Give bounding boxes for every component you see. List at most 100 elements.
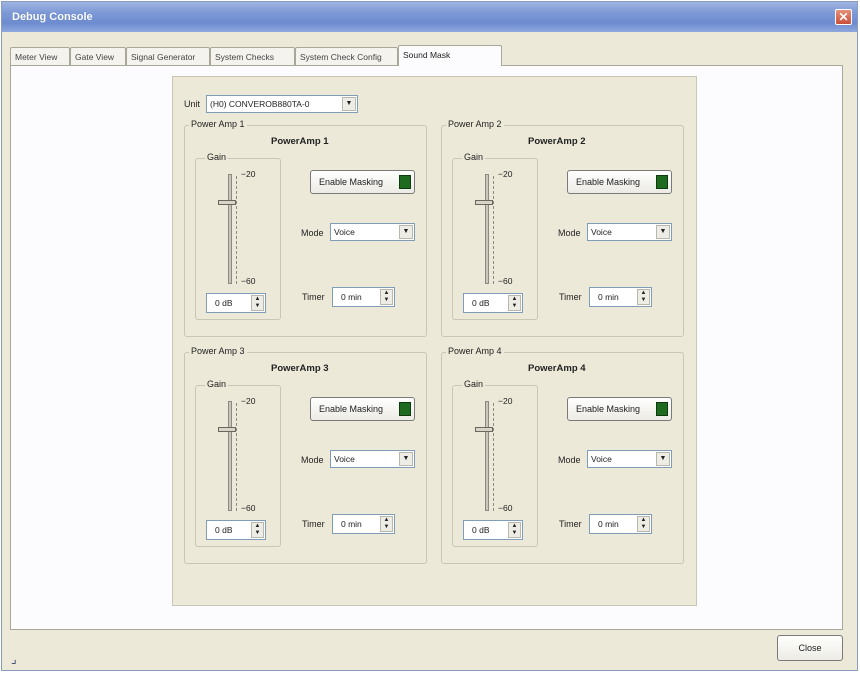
tab-sound-mask[interactable]: Sound Mask <box>398 45 502 66</box>
led-indicator-icon <box>656 175 668 189</box>
tick-label-bottom: −60 <box>241 503 256 513</box>
gain-slider-thumb[interactable] <box>218 427 236 432</box>
tick-label-top: −20 <box>241 396 256 406</box>
group-title: Power Amp 1 <box>189 119 247 129</box>
enable-masking-button[interactable]: Enable Masking <box>567 170 672 194</box>
enable-masking-label: Enable Masking <box>576 177 641 187</box>
gain-slider-thumb[interactable] <box>218 200 236 205</box>
gain-stepper[interactable]: 0 dB ▲ ▼ <box>463 293 523 313</box>
spin-arrows-icon[interactable]: ▲ ▼ <box>508 522 521 538</box>
chevron-down-icon[interactable]: ▼ <box>399 225 413 239</box>
window-title: Debug Console <box>12 11 93 23</box>
gain-slider-track[interactable] <box>485 174 489 284</box>
gain-slider-thumb[interactable] <box>475 427 493 432</box>
mode-label: Mode <box>301 228 324 238</box>
group-heading: PowerAmp 1 <box>271 136 329 147</box>
group-title: Power Amp 3 <box>189 346 247 356</box>
power-amp-4-group: Power Amp 4 PowerAmp 4 Gain −20 −60 0 dB… <box>441 346 684 564</box>
mode-select[interactable]: Voice ▼ <box>330 223 415 241</box>
tab-gate-view[interactable]: Gate View <box>70 47 126 65</box>
spin-arrows-icon[interactable]: ▲ ▼ <box>380 516 393 532</box>
led-indicator-icon <box>656 402 668 416</box>
group-heading: PowerAmp 3 <box>271 363 329 374</box>
tick-label-bottom: −60 <box>241 276 256 286</box>
unit-select[interactable]: (H0) CONVEROB880TA-0 ▼ <box>206 95 358 113</box>
gain-slider-track[interactable] <box>228 401 232 511</box>
gain-value: 0 dB <box>215 525 233 535</box>
chevron-down-icon[interactable]: ▼ <box>399 452 413 466</box>
timer-value: 0 min <box>598 519 619 529</box>
tick-label-bottom: −60 <box>498 276 513 286</box>
tick-label-bottom: −60 <box>498 503 513 513</box>
mode-value: Voice <box>334 454 355 464</box>
spin-arrows-icon[interactable]: ▲ ▼ <box>251 295 264 311</box>
spin-arrows-icon[interactable]: ▲ ▼ <box>380 289 393 305</box>
chevron-down-icon[interactable]: ▼ <box>656 225 670 239</box>
gain-box: Gain −20 −60 0 dB ▲ ▼ <box>195 152 281 320</box>
gain-stepper[interactable]: 0 dB ▲ ▼ <box>206 293 266 313</box>
mode-value: Voice <box>334 227 355 237</box>
gain-ticks <box>493 403 497 511</box>
mode-select[interactable]: Voice ▼ <box>587 223 672 241</box>
gain-label: Gain <box>462 152 486 162</box>
gain-box: Gain −20 −60 0 dB ▲ ▼ <box>195 379 281 547</box>
gain-slider-track[interactable] <box>485 401 489 511</box>
gain-box: Gain −20 −60 0 dB ▲ ▼ <box>452 152 538 320</box>
gain-slider-track[interactable] <box>228 174 232 284</box>
spin-arrows-icon[interactable]: ▲ ▼ <box>508 295 521 311</box>
spin-arrows-icon[interactable]: ▲ ▼ <box>251 522 264 538</box>
enable-masking-button[interactable]: Enable Masking <box>567 397 672 421</box>
timer-value: 0 min <box>341 519 362 529</box>
timer-stepper[interactable]: 0 min ▲ ▼ <box>332 287 395 307</box>
timer-stepper[interactable]: 0 min ▲ ▼ <box>589 287 652 307</box>
group-heading: PowerAmp 2 <box>528 136 586 147</box>
tab-signal-generator[interactable]: Signal Generator <box>126 47 210 65</box>
unit-label: Unit <box>184 99 201 109</box>
mode-label: Mode <box>558 228 581 238</box>
gain-value: 0 dB <box>472 298 490 308</box>
tab-system-checks[interactable]: System Checks <box>210 47 295 65</box>
led-indicator-icon <box>399 402 411 416</box>
debug-console-window: Debug Console ✕ Meter View Gate View Sig… <box>1 1 858 671</box>
gain-label: Gain <box>205 379 229 389</box>
resize-grip-icon[interactable]: ⌟ <box>11 652 17 666</box>
sound-mask-panel: Unit (H0) CONVEROB880TA-0 ▼ Power Amp 1 … <box>172 76 697 606</box>
gain-ticks <box>493 176 497 284</box>
mode-select[interactable]: Voice ▼ <box>587 450 672 468</box>
enable-masking-button[interactable]: Enable Masking <box>310 170 415 194</box>
enable-masking-button[interactable]: Enable Masking <box>310 397 415 421</box>
mode-select[interactable]: Voice ▼ <box>330 450 415 468</box>
group-heading: PowerAmp 4 <box>528 363 586 374</box>
tab-meter-view[interactable]: Meter View <box>10 47 70 65</box>
timer-label: Timer <box>559 519 582 529</box>
gain-value: 0 dB <box>472 525 490 535</box>
unit-select-value: (H0) CONVEROB880TA-0 <box>210 99 310 109</box>
timer-label: Timer <box>302 519 325 529</box>
mode-value: Voice <box>591 454 612 464</box>
mode-label: Mode <box>301 455 324 465</box>
timer-label: Timer <box>302 292 325 302</box>
spin-arrows-icon[interactable]: ▲ ▼ <box>637 516 650 532</box>
tick-label-top: −20 <box>498 169 513 179</box>
enable-masking-label: Enable Masking <box>319 404 384 414</box>
enable-masking-label: Enable Masking <box>576 404 641 414</box>
group-title: Power Amp 4 <box>446 346 504 356</box>
gain-stepper[interactable]: 0 dB ▲ ▼ <box>206 520 266 540</box>
chevron-down-icon[interactable]: ▼ <box>342 97 356 111</box>
close-button[interactable]: Close <box>777 635 843 661</box>
sound-mask-page: Unit (H0) CONVEROB880TA-0 ▼ Power Amp 1 … <box>10 65 843 630</box>
gain-slider-thumb[interactable] <box>475 200 493 205</box>
tab-system-check-config[interactable]: System Check Config <box>295 47 398 65</box>
timer-stepper[interactable]: 0 min ▲ ▼ <box>332 514 395 534</box>
timer-stepper[interactable]: 0 min ▲ ▼ <box>589 514 652 534</box>
gain-ticks <box>236 403 240 511</box>
gain-stepper[interactable]: 0 dB ▲ ▼ <box>463 520 523 540</box>
mode-value: Voice <box>591 227 612 237</box>
window-close-icon[interactable]: ✕ <box>835 9 852 25</box>
spin-arrows-icon[interactable]: ▲ ▼ <box>637 289 650 305</box>
gain-value: 0 dB <box>215 298 233 308</box>
chevron-down-icon[interactable]: ▼ <box>656 452 670 466</box>
gain-label: Gain <box>205 152 229 162</box>
title-bar[interactable]: Debug Console ✕ <box>2 2 857 32</box>
gain-ticks <box>236 176 240 284</box>
